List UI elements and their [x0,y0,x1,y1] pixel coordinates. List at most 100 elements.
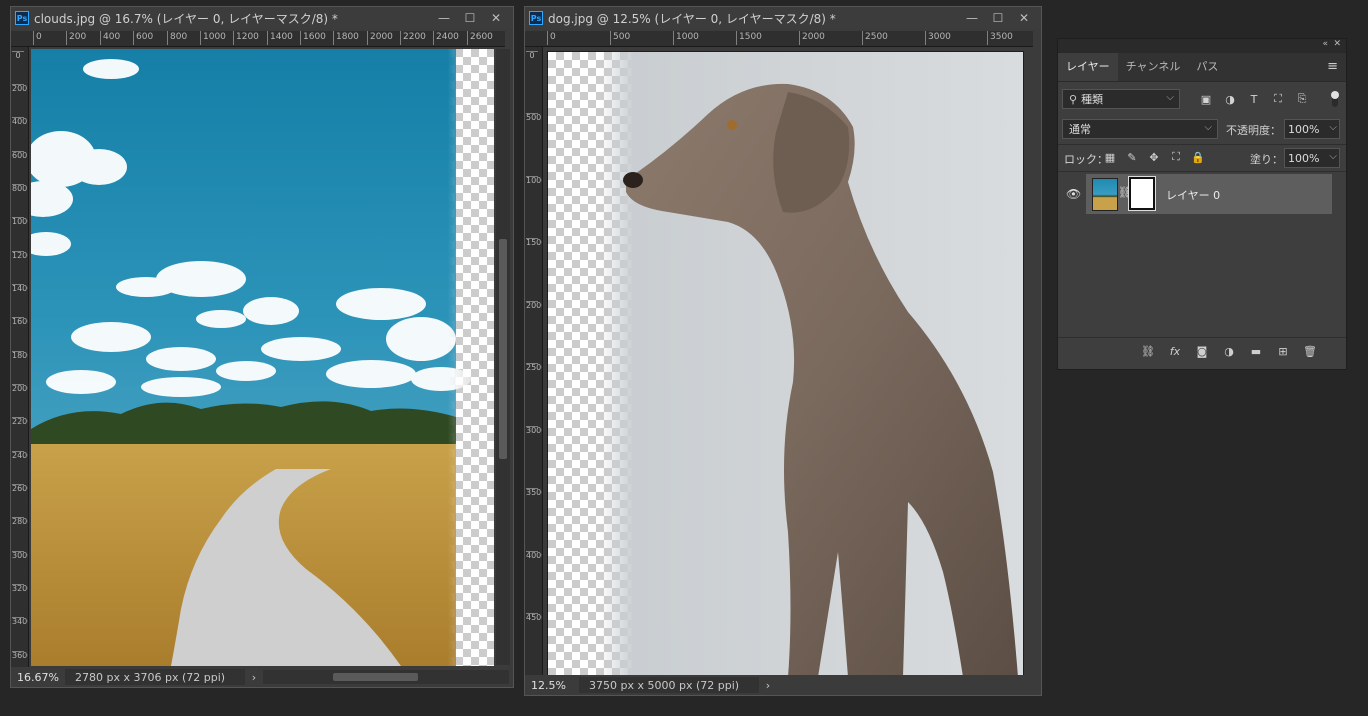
ruler-label: 2400 [433,31,459,45]
layers-panel[interactable]: « ✕ レイヤー チャンネル パス ≡ ⚲ 種類 ⌵ ▣ ◑ T ⛶ ⎘ 通常 … [1057,38,1347,370]
scroll-thumb[interactable] [499,239,507,459]
clouds-image [31,49,471,666]
opacity-field[interactable]: 100% ⌵ [1284,119,1340,139]
layer-name[interactable]: レイヤー 0 [1166,187,1220,203]
status-bar: 16.67% 2780 px x 3706 px (72 ppi) › [11,667,513,687]
title-bar[interactable]: Ps clouds.jpg @ 16.7% (レイヤー 0, レイヤーマスク/8… [11,7,513,29]
maximize-button[interactable]: ☐ [457,7,483,29]
chevron-down-icon: ⌵ [1166,92,1174,103]
text-filter-icon[interactable]: T [1246,91,1262,107]
chevron-right-icon[interactable]: › [759,679,777,692]
ruler-label: 2000 [12,384,28,393]
close-button[interactable]: ✕ [1011,7,1037,29]
canvas-clouds[interactable] [31,49,494,666]
adjustment-filter-icon[interactable]: ◑ [1222,91,1238,107]
filter-kind-dropdown[interactable]: ⚲ 種類 ⌵ [1062,89,1180,109]
ruler-label: 400 [12,117,28,126]
lock-transparent-icon[interactable]: ▦ [1102,149,1118,165]
layer-thumbnail[interactable] [1092,178,1118,211]
close-button[interactable]: ✕ [483,7,509,29]
ruler-label: 1600 [12,317,28,326]
ruler-label: 1800 [12,351,28,360]
chevron-down-icon[interactable]: ⌵ [1329,122,1337,133]
search-icon: ⚲ [1069,92,1078,106]
collapse-icon[interactable]: « [1322,39,1328,49]
ruler-label: 1000 [200,31,226,45]
filter-toggle[interactable] [1331,91,1339,107]
ruler-label: 4000 [526,551,542,560]
lock-position-icon[interactable]: ✥ [1146,149,1162,165]
image-filter-icon[interactable]: ▣ [1198,91,1214,107]
ruler-label: 2500 [526,363,542,372]
horizontal-scrollbar[interactable] [263,670,509,684]
layer-mask-thumbnail[interactable] [1128,176,1156,211]
ruler-label: 3500 [987,31,1013,45]
ruler-label: 1200 [233,31,259,45]
vertical-ruler[interactable]: 0 200 400 600 800 1000 1200 1400 1600 18… [11,47,29,667]
opacity-label: 不透明度： [1226,124,1281,137]
smart-object-filter-icon[interactable]: ⎘ [1294,91,1310,107]
fill-value: 100% [1288,151,1320,165]
ruler-label: 1500 [526,238,542,247]
tab-paths[interactable]: パス [1188,53,1226,81]
chevron-down-icon[interactable]: ⌵ [1329,151,1337,162]
horizontal-ruler[interactable]: 0 500 1000 1500 2000 2500 3000 3500 [525,31,1033,47]
document-window-dog[interactable]: Ps dog.jpg @ 12.5% (レイヤー 0, レイヤーマスク/8) *… [524,6,1042,696]
filter-icons: ▣ ◑ T ⛶ ⎘ [1198,91,1310,107]
panel-menu-icon[interactable]: ≡ [1327,53,1346,81]
ruler-label: 500 [610,31,630,45]
tab-channels[interactable]: チャンネル [1118,53,1189,81]
horizontal-ruler[interactable]: 0 200 400 600 800 1000 1200 1400 1600 18… [11,31,505,47]
ruler-label: 2000 [799,31,825,45]
lock-row: ロック： ▦ ✎ ✥ ⛶ 🔒 塗り： 100% ⌵ [1058,144,1346,172]
ruler-label: 0 [547,31,556,45]
ruler-label: 3000 [925,31,951,45]
close-icon[interactable]: ✕ [1333,39,1341,49]
document-info[interactable]: 2780 px x 3706 px (72 ppi) [65,669,245,685]
vertical-scrollbar[interactable] [496,49,510,665]
ruler-label: 3000 [12,551,28,560]
scroll-thumb[interactable] [333,673,418,681]
zoom-level[interactable]: 16.67% [11,671,65,684]
zoom-level[interactable]: 12.5% [525,679,579,692]
minimize-button[interactable]: — [959,7,985,29]
document-window-clouds[interactable]: Ps clouds.jpg @ 16.7% (レイヤー 0, レイヤーマスク/8… [10,6,514,688]
ruler-label: 1400 [12,284,28,293]
blend-mode-dropdown[interactable]: 通常 ⌵ [1062,119,1218,139]
ruler-label: 2600 [467,31,493,45]
maximize-button[interactable]: ☐ [985,7,1011,29]
new-group-icon[interactable]: ▬ [1246,341,1266,361]
document-info[interactable]: 3750 px x 5000 px (72 ppi) [579,677,759,693]
ruler-label: 3200 [12,584,28,593]
vertical-ruler[interactable]: 0 500 1000 1500 2000 2500 3000 3500 4000… [525,47,543,675]
shape-filter-icon[interactable]: ⛶ [1270,91,1286,107]
link-layers-icon[interactable]: ⛓ [1138,341,1158,361]
chevron-right-icon[interactable]: › [245,671,263,684]
minimize-button[interactable]: — [431,7,457,29]
ruler-label: 1000 [12,217,28,226]
tab-layers[interactable]: レイヤー [1058,53,1118,81]
panel-header[interactable]: « ✕ [1058,39,1346,53]
title-bar[interactable]: Ps dog.jpg @ 12.5% (レイヤー 0, レイヤーマスク/8) *… [525,7,1041,29]
lock-artboard-icon[interactable]: ⛶ [1168,149,1184,165]
fx-icon[interactable]: fx [1165,341,1185,361]
new-layer-icon[interactable]: ⊞ [1273,341,1293,361]
blend-mode-value: 通常 [1069,123,1091,136]
canvas-dog[interactable] [547,51,1024,678]
ruler-label: 200 [12,84,28,93]
panel-tabs: レイヤー チャンネル パス ≡ [1058,53,1346,82]
ruler-label: 1000 [526,176,542,185]
document-title: dog.jpg @ 12.5% (レイヤー 0, レイヤーマスク/8) * [548,11,836,26]
lock-paint-icon[interactable]: ✎ [1124,149,1140,165]
trash-icon[interactable]: 🗑 [1300,341,1320,361]
ruler-label: 3600 [12,651,28,660]
ruler-label: 2000 [367,31,393,45]
lock-icons: ▦ ✎ ✥ ⛶ 🔒 [1102,149,1206,165]
lock-all-icon[interactable]: 🔒 [1190,149,1206,165]
add-mask-icon[interactable]: ◙ [1192,341,1212,361]
adjustment-layer-icon[interactable]: ◑ [1219,341,1239,361]
fill-label: 塗り： [1250,153,1283,166]
layer-row[interactable]: ⛓ レイヤー 0 [1086,174,1332,214]
eye-icon[interactable]: 👁 [1066,187,1081,201]
fill-field[interactable]: 100% ⌵ [1284,148,1340,168]
